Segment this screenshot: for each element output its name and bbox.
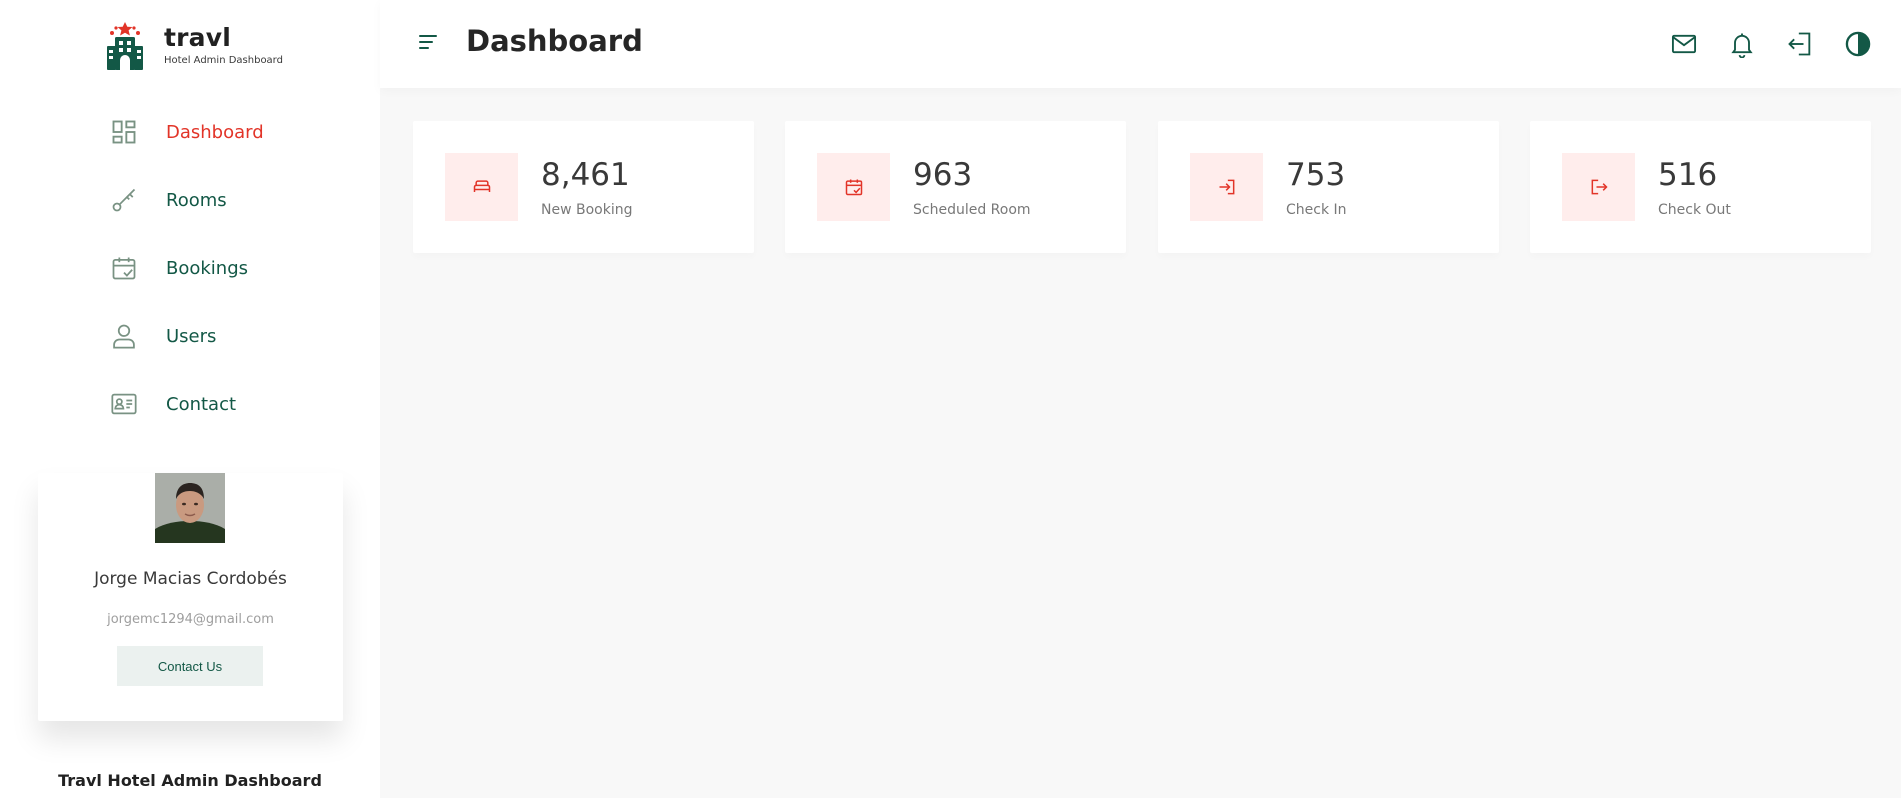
- mail-icon[interactable]: [1670, 30, 1698, 58]
- kpi-label: Scheduled Room: [913, 202, 1031, 218]
- page-title: Dashboard: [466, 24, 643, 58]
- sidebar-item-label: Contact: [166, 393, 237, 415]
- sidebar-item-users[interactable]: Users: [110, 302, 264, 370]
- dashboard-grid-icon: [112, 120, 136, 144]
- avatar-photo: [155, 473, 225, 543]
- kpi-value: 963: [913, 157, 973, 193]
- bell-icon[interactable]: [1728, 30, 1756, 58]
- kpi-card-check-in[interactable]: 753 Check In: [1158, 121, 1499, 253]
- contact-card-icon: [111, 393, 137, 415]
- kpi-label: New Booking: [541, 202, 633, 218]
- avatar: [155, 473, 225, 543]
- calendar-check-icon: [845, 179, 862, 196]
- check-in-icon: [1219, 179, 1234, 195]
- brand-subtitle: Hotel Admin Dashboard: [164, 55, 283, 66]
- sidebar-item-bookings[interactable]: Bookings: [110, 234, 264, 302]
- contact-us-button[interactable]: Contact Us: [117, 646, 263, 686]
- kpi-value: 753: [1286, 157, 1346, 193]
- user-icon: [113, 324, 135, 349]
- key-icon: [112, 188, 136, 212]
- top-bar: Dashboard: [380, 0, 1901, 88]
- bed-icon: [473, 180, 490, 192]
- kpi-card-new-booking[interactable]: 8,461 New Booking: [413, 121, 754, 253]
- kpi-icon-box: [817, 153, 890, 221]
- kpi-icon-box: [1190, 153, 1263, 221]
- kpi-icon-box: [445, 153, 518, 221]
- menu-icon[interactable]: [416, 30, 440, 54]
- hotel-logo-icon: [107, 22, 143, 70]
- sidebar-item-contact[interactable]: Contact: [110, 370, 264, 438]
- kpi-value: 8,461: [541, 157, 630, 193]
- brand-name: travl: [164, 23, 232, 52]
- calendar-check-icon: [112, 257, 136, 280]
- sidebar-item-label: Users: [166, 325, 217, 347]
- kpi-card-scheduled-room[interactable]: 963 Scheduled Room: [785, 121, 1126, 253]
- sidebar-item-label: Bookings: [166, 257, 249, 279]
- profile-name: Jorge Macias Cordobés: [94, 569, 287, 589]
- sidebar-item-rooms[interactable]: Rooms: [110, 166, 264, 234]
- kpi-icon-box: [1562, 153, 1635, 221]
- kpi-value: 516: [1658, 157, 1718, 193]
- check-out-icon: [1591, 179, 1608, 195]
- sidebar-nav: Dashboard Rooms Bookings Users Contact: [110, 98, 264, 438]
- sidebar-item-dashboard[interactable]: Dashboard: [110, 98, 264, 166]
- profile-email: jorgemc1294@gmail.com: [107, 612, 274, 627]
- kpi-label: Check In: [1286, 202, 1347, 218]
- theme-toggle-icon[interactable]: [1844, 30, 1872, 58]
- profile-card: Jorge Macias Cordobés jorgemc1294@gmail.…: [38, 473, 343, 721]
- kpi-label: Check Out: [1658, 202, 1731, 218]
- kpi-card-check-out[interactable]: 516 Check Out: [1530, 121, 1871, 253]
- brand-logo[interactable]: travl Hotel Admin Dashboard: [106, 22, 283, 70]
- sidebar-item-label: Dashboard: [166, 121, 264, 143]
- sidebar-footer-title: Travl Hotel Admin Dashboard: [58, 771, 322, 790]
- logout-icon[interactable]: [1786, 30, 1814, 58]
- sidebar: travl Hotel Admin Dashboard Dashboard Ro…: [0, 0, 380, 798]
- sidebar-item-label: Rooms: [166, 189, 227, 211]
